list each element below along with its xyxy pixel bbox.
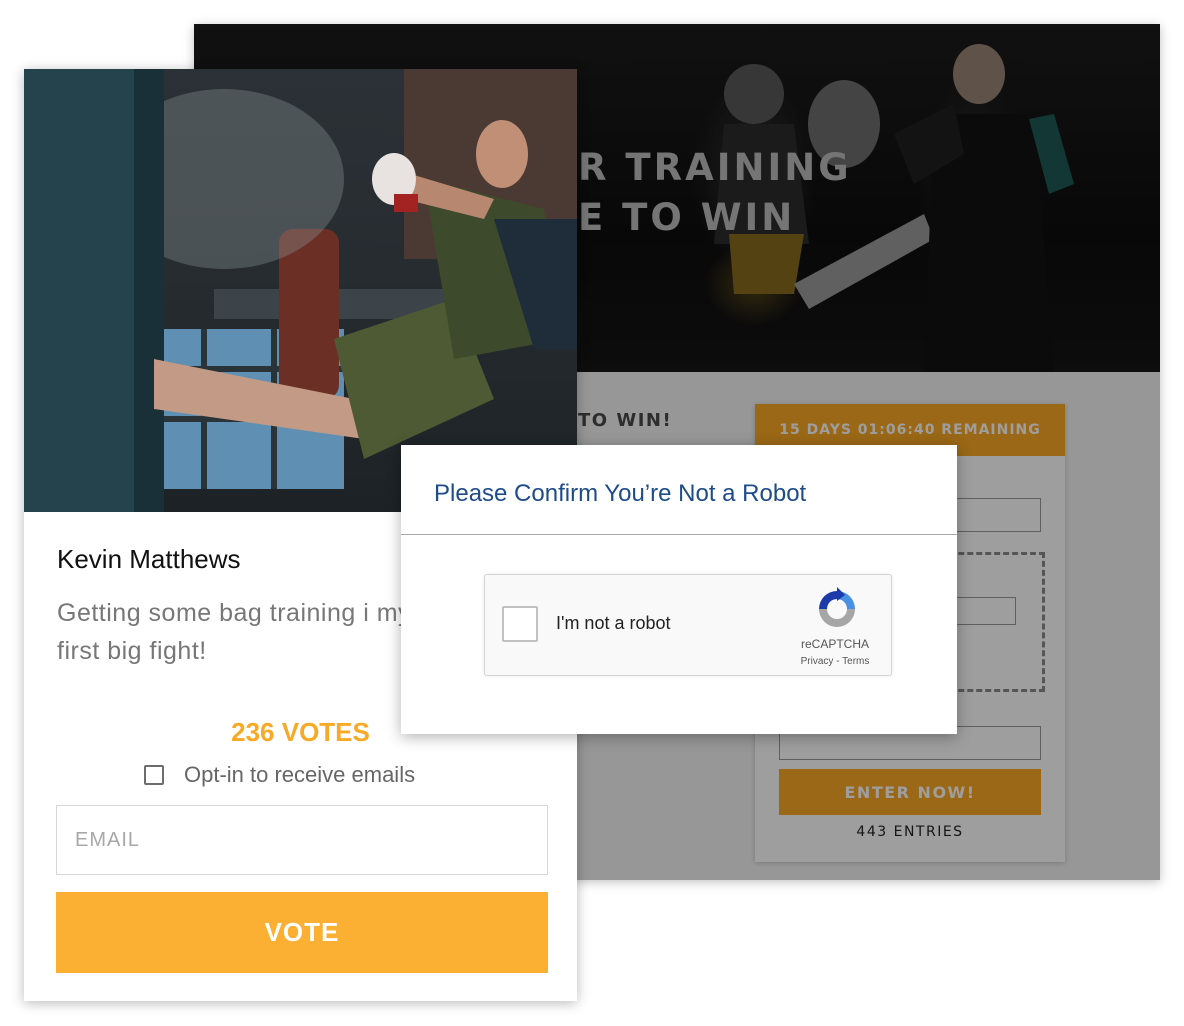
- recaptcha-brand: reCAPTCHA: [800, 637, 869, 651]
- email-placeholder: EMAIL: [75, 828, 141, 851]
- vote-button[interactable]: VOTE: [56, 892, 548, 973]
- entrant-name: Kevin Matthews: [57, 544, 241, 574]
- recaptcha-privacy-terms-links[interactable]: Privacy - Terms: [785, 656, 885, 667]
- modal-title: Please Confirm You’re Not a Robot: [434, 480, 807, 507]
- email-input[interactable]: EMAIL: [56, 805, 548, 875]
- recaptcha-logo-icon: [819, 587, 855, 627]
- modal-divider: [401, 534, 957, 535]
- recaptcha-label: I'm not a robot: [556, 613, 671, 633]
- recaptcha-widget: I'm not a robot reCAPTCHA Privacy - Term…: [484, 574, 892, 676]
- optin-row[interactable]: Opt-in to receive emails: [144, 762, 415, 788]
- optin-label: Opt-in to receive emails: [184, 762, 416, 787]
- optin-checkbox[interactable]: [144, 765, 164, 785]
- recaptcha-checkbox[interactable]: [502, 606, 538, 642]
- entry-description: Getting some bag training i my first big…: [57, 599, 412, 665]
- robot-confirmation-modal: Please Confirm You’re Not a Robot I'm no…: [401, 445, 957, 734]
